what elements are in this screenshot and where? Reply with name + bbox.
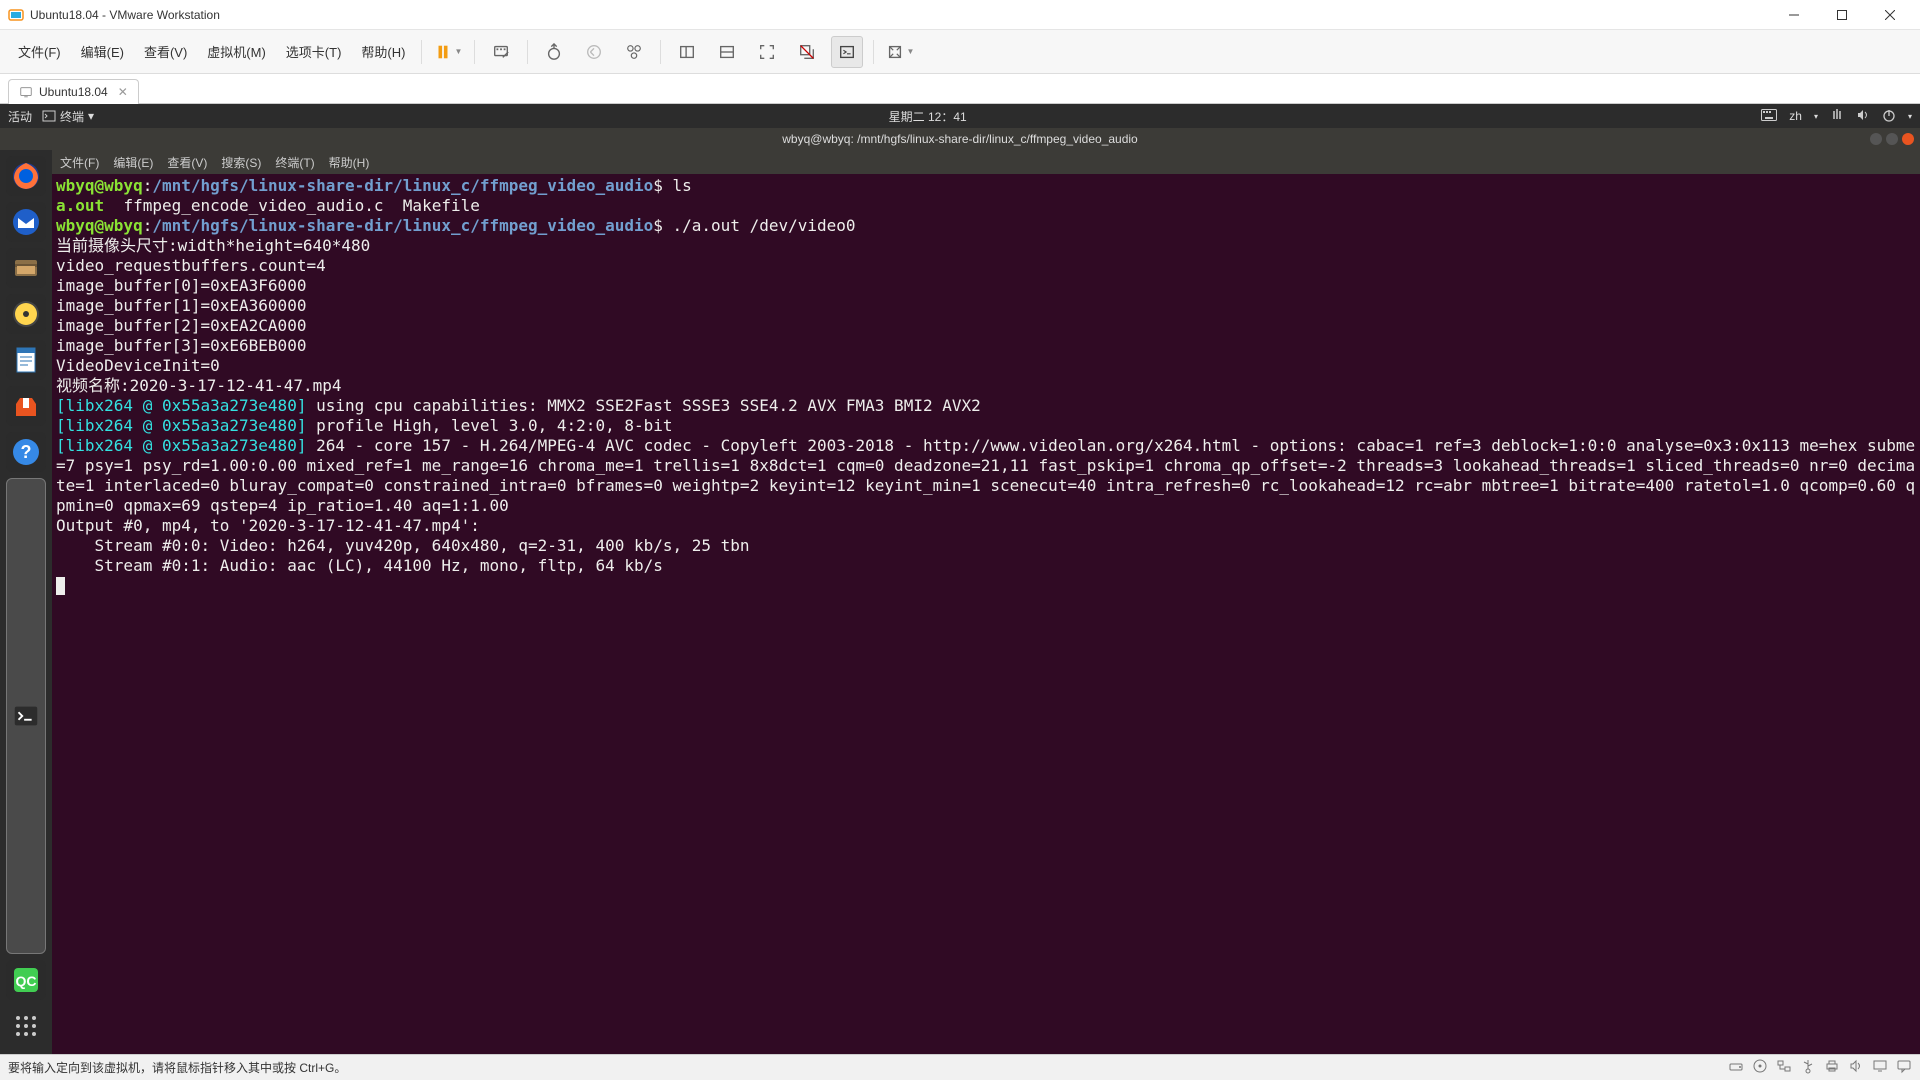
minimize-button[interactable]: [1780, 4, 1808, 26]
terminal-window-title: wbyq@wbyq: /mnt/hgfs/linux-share-dir/lin…: [0, 128, 1920, 150]
vm-tab-icon: [19, 85, 33, 99]
menu-help[interactable]: 帮助(H): [351, 38, 415, 65]
term-maximize-icon[interactable]: [1886, 133, 1898, 145]
activities-button[interactable]: 活动: [8, 108, 32, 125]
tray-sound-icon[interactable]: [1848, 1058, 1864, 1077]
terminal-cursor: [56, 577, 65, 595]
vm-tab-label: Ubuntu18.04: [39, 85, 108, 99]
tray-network-icon[interactable]: [1776, 1058, 1792, 1077]
separator: [660, 40, 661, 64]
window-title: Ubuntu18.04 - VMware Workstation: [30, 8, 1780, 22]
vmware-icon: [8, 7, 24, 23]
term-menu-help[interactable]: 帮助(H): [329, 154, 370, 171]
window-titlebar: Ubuntu18.04 - VMware Workstation: [0, 0, 1920, 30]
terminal-indicator-label: 终端: [60, 108, 84, 125]
term-menu-search[interactable]: 搜索(S): [221, 154, 261, 171]
snapshot-take-button[interactable]: [538, 36, 570, 68]
term-menu-edit[interactable]: 编辑(E): [113, 154, 153, 171]
layout-single-button[interactable]: [671, 36, 703, 68]
launcher-qtcreator[interactable]: QC: [6, 960, 46, 1000]
tray-message-icon[interactable]: [1896, 1058, 1912, 1077]
tray-usb-icon[interactable]: [1800, 1058, 1816, 1077]
term-menu-terminal[interactable]: 终端(T): [275, 154, 314, 171]
term-close-icon[interactable]: [1902, 133, 1914, 145]
send-ctrl-alt-del-button[interactable]: [485, 36, 517, 68]
terminal-indicator[interactable]: 终端 ▾: [42, 108, 94, 125]
tray-printer-icon[interactable]: [1824, 1058, 1840, 1077]
launcher-terminal[interactable]: [6, 478, 46, 954]
snapshot-manage-button[interactable]: [618, 36, 650, 68]
launcher-help[interactable]: ?: [6, 432, 46, 472]
tray-display-icon[interactable]: [1872, 1058, 1888, 1077]
separator: [873, 40, 874, 64]
statusbar: 要将输入定向到该虚拟机，请将鼠标指针移入其中或按 Ctrl+G。: [0, 1054, 1920, 1080]
svg-text:QC: QC: [16, 973, 37, 989]
launcher-rhythmbox[interactable]: [6, 294, 46, 334]
close-button[interactable]: [1876, 4, 1904, 26]
launcher-firefox[interactable]: [6, 156, 46, 196]
svg-text:?: ?: [21, 442, 32, 462]
separator: [421, 40, 422, 64]
term-minimize-icon[interactable]: [1870, 133, 1882, 145]
ubuntu-topbar: 活动 终端 ▾ 星期二 12：41 zh▾ ▾: [0, 104, 1920, 128]
menu-edit[interactable]: 编辑(E): [71, 38, 134, 65]
separator: [474, 40, 475, 64]
stretch-button[interactable]: ▼: [884, 36, 916, 68]
terminal-window: 文件(F) 编辑(E) 查看(V) 搜索(S) 终端(T) 帮助(H) wbyq…: [52, 150, 1920, 1054]
snapshot-revert-button[interactable]: [578, 36, 610, 68]
ubuntu-launcher: ? QC: [0, 150, 52, 1054]
maximize-button[interactable]: [1828, 4, 1856, 26]
menu-vm[interactable]: 虚拟机(M): [197, 38, 276, 65]
keyboard-icon[interactable]: [1761, 109, 1777, 124]
menu-view[interactable]: 查看(V): [134, 38, 197, 65]
power-icon[interactable]: [1882, 108, 1896, 125]
terminal-menubar: 文件(F) 编辑(E) 查看(V) 搜索(S) 终端(T) 帮助(H): [52, 150, 1920, 174]
tray-disk-icon[interactable]: [1728, 1058, 1744, 1077]
console-button[interactable]: [831, 36, 863, 68]
menubar: 文件(F) 编辑(E) 查看(V) 虚拟机(M) 选项卡(T) 帮助(H) ▼ …: [0, 30, 1920, 74]
launcher-writer[interactable]: [6, 340, 46, 380]
term-menu-view[interactable]: 查看(V): [167, 154, 207, 171]
lang-indicator[interactable]: zh: [1789, 109, 1802, 123]
terminal-icon: [42, 109, 56, 123]
vm-tab[interactable]: Ubuntu18.04 ✕: [8, 79, 139, 104]
tabbar: Ubuntu18.04 ✕: [0, 74, 1920, 104]
menu-tabs[interactable]: 选项卡(T): [276, 38, 352, 65]
tray-cd-icon[interactable]: [1752, 1058, 1768, 1077]
menu-file[interactable]: 文件(F): [8, 38, 71, 65]
vm-display[interactable]: 活动 终端 ▾ 星期二 12：41 zh▾ ▾ wbyq@wbyq: /mnt/…: [0, 104, 1920, 1054]
launcher-software[interactable]: [6, 386, 46, 426]
term-menu-file[interactable]: 文件(F): [60, 154, 99, 171]
tab-close-icon[interactable]: ✕: [118, 85, 128, 99]
terminal-content[interactable]: wbyq@wbyq:/mnt/hgfs/linux-share-dir/linu…: [52, 174, 1920, 1054]
layout-multi-button[interactable]: [711, 36, 743, 68]
unity-button[interactable]: [791, 36, 823, 68]
terminal-title-text: wbyq@wbyq: /mnt/hgfs/linux-share-dir/lin…: [782, 132, 1137, 146]
network-icon[interactable]: [1830, 108, 1844, 125]
suspend-button[interactable]: ▼: [432, 36, 464, 68]
launcher-files[interactable]: [6, 248, 46, 288]
launcher-thunderbird[interactable]: [6, 202, 46, 242]
separator: [527, 40, 528, 64]
status-text: 要将输入定向到该虚拟机，请将鼠标指针移入其中或按 Ctrl+G。: [8, 1059, 346, 1076]
ubuntu-clock[interactable]: 星期二 12：41: [94, 108, 1761, 125]
fullscreen-button[interactable]: [751, 36, 783, 68]
launcher-show-apps[interactable]: [6, 1006, 46, 1046]
volume-icon[interactable]: [1856, 108, 1870, 125]
